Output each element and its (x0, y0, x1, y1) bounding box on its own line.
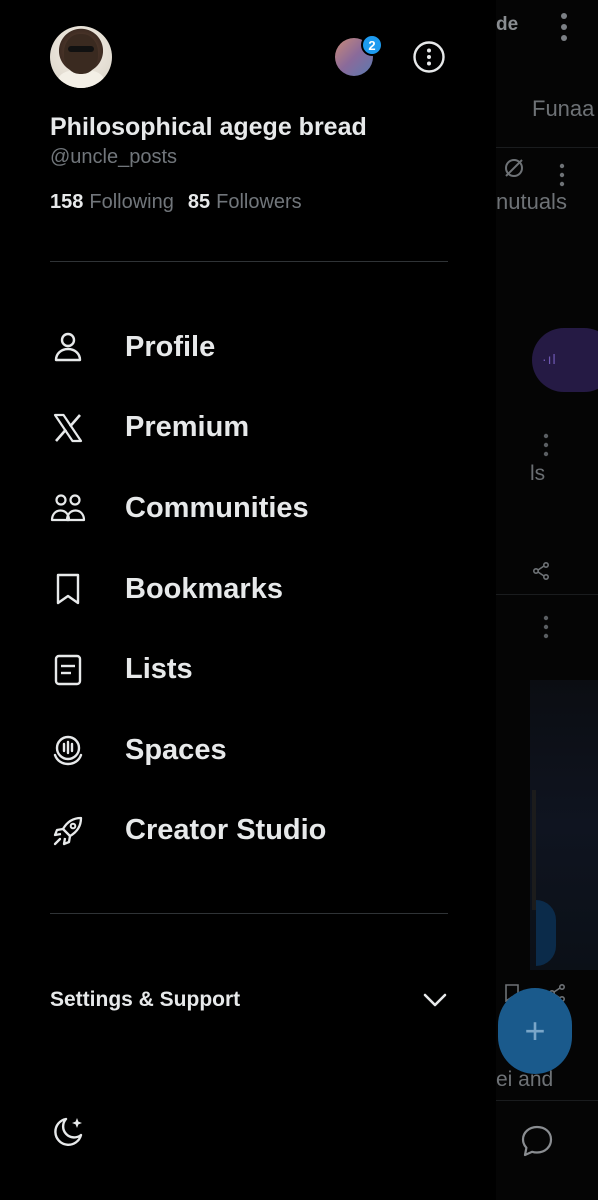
person-icon (50, 329, 86, 365)
account-notification-badge: 2 (361, 34, 383, 56)
moon-sparkle-icon[interactable] (50, 1114, 86, 1150)
background-divider (496, 147, 598, 148)
following-count: 158 (50, 191, 84, 213)
menu-item-label: Spaces (125, 733, 227, 766)
following-link[interactable]: 158 Following (50, 191, 174, 214)
background-more-icon (561, 13, 567, 41)
following-label: Following (89, 191, 174, 213)
avatar-glasses (68, 46, 94, 52)
followers-link[interactable]: 85 Followers (188, 191, 302, 214)
bookmark-icon (50, 571, 86, 607)
menu-item-bookmarks[interactable]: Bookmarks (0, 549, 496, 630)
menu-item-communities[interactable]: Communities (0, 468, 496, 549)
background-divider (496, 1100, 598, 1101)
menu-item-label: Profile (125, 330, 216, 363)
background-text-fragment: ei and (496, 1068, 554, 1091)
plus-icon: + (524, 1010, 546, 1051)
navigation-drawer: 2 Philosophical agege bread @uncle_posts… (0, 0, 496, 1200)
follow-stats: 158 Following 85 Followers (50, 191, 302, 214)
background-share-icon (532, 562, 549, 580)
background-media-detail (532, 790, 536, 910)
background-more-icon (543, 615, 549, 639)
background-header-text: de (496, 14, 519, 35)
background-more-icon (559, 163, 565, 187)
display-name[interactable]: Philosophical agege bread (50, 113, 367, 142)
background-timeline[interactable]: de Funaa nutuals ·ıl ls + ei and (496, 0, 598, 1200)
menu-item-lists[interactable]: Lists (0, 629, 496, 710)
followers-count: 85 (187, 191, 211, 213)
list-icon (50, 652, 86, 688)
x-logo-icon (50, 410, 86, 446)
background-space-glyph: ·ıl (542, 351, 557, 367)
background-mutuals-text: nutuals (496, 189, 567, 214)
background-divider (496, 594, 598, 595)
menu-item-spaces[interactable]: Spaces (0, 710, 496, 791)
menu-item-premium[interactable]: Premium (0, 388, 496, 469)
rocket-icon (50, 813, 86, 849)
menu-item-label: Lists (125, 653, 193, 686)
background-tab: Funaa (532, 96, 595, 121)
settings-support-label: Settings & Support (50, 988, 241, 1011)
avatar-face (64, 34, 98, 74)
background-more-icon (543, 433, 549, 457)
menu-item-label: Communities (125, 491, 309, 524)
settings-support-toggle[interactable]: Settings & Support (50, 978, 448, 1022)
spaces-icon (50, 732, 86, 768)
background-slash-icon (505, 159, 523, 177)
menu-item-creator-studio[interactable]: Creator Studio (0, 791, 496, 872)
compose-fab[interactable]: + (498, 988, 572, 1074)
more-options-icon[interactable] (412, 40, 446, 74)
drawer-menu: Profile Premium Communities Bookmarks Li… (0, 307, 496, 871)
drawer-divider (50, 913, 448, 914)
background-media-detail (536, 900, 556, 966)
user-handle: @uncle_posts (50, 146, 178, 168)
drawer-divider (50, 261, 448, 262)
avatar[interactable] (50, 26, 112, 88)
chevron-down-icon (423, 993, 447, 1007)
menu-item-label: Premium (125, 411, 250, 444)
menu-item-profile[interactable]: Profile (0, 307, 496, 388)
messages-icon[interactable] (520, 1124, 554, 1158)
followers-label: Followers (216, 191, 302, 213)
menu-item-label: Bookmarks (125, 572, 283, 605)
menu-item-label: Creator Studio (125, 814, 327, 847)
screen: de Funaa nutuals ·ıl ls + ei and 2 Philo… (0, 0, 598, 1200)
background-text-fragment: ls (530, 462, 546, 485)
communities-icon (50, 490, 86, 526)
